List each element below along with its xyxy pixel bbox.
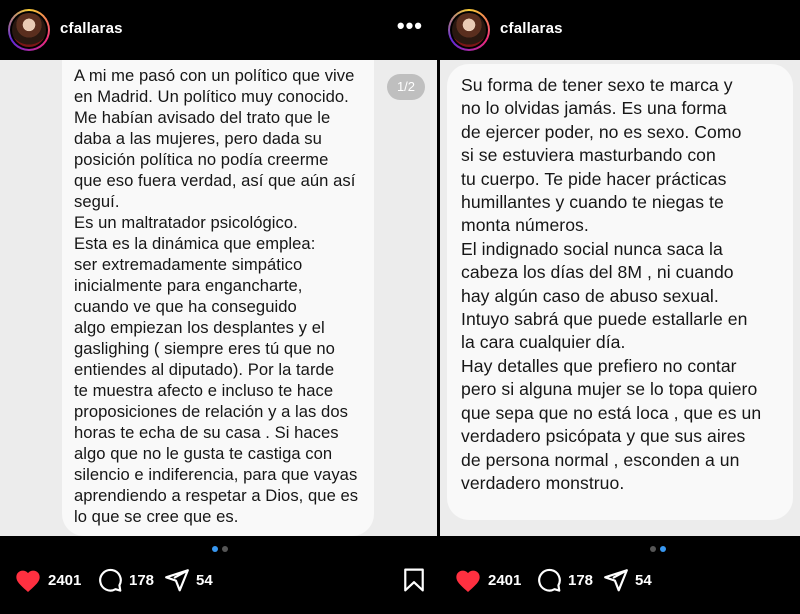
post-header: cfallaras •••	[0, 0, 437, 60]
avatar[interactable]	[448, 9, 490, 51]
carousel-dots	[650, 546, 666, 554]
comment-button[interactable]: 178	[97, 566, 154, 594]
heart-icon	[16, 570, 40, 593]
save-button[interactable]	[403, 568, 425, 597]
post-image[interactable]: A mi me pasó con un político que vive en…	[0, 60, 437, 536]
message-bubble: Su forma de tener sexo te marca y no lo …	[447, 64, 793, 520]
carousel-dot-1	[650, 546, 656, 552]
comment-icon	[99, 568, 122, 592]
share-count: 54	[196, 571, 213, 589]
like-button[interactable]: 2401	[454, 566, 521, 594]
carousel-dot-2	[222, 546, 228, 552]
carousel-dot-2	[660, 546, 666, 552]
share-button[interactable]: 54	[603, 566, 652, 594]
share-button[interactable]: 54	[164, 566, 213, 594]
carousel-dots	[212, 546, 228, 554]
page-indicator: 1/2	[387, 74, 425, 100]
carousel-dot-1	[212, 546, 218, 552]
comment-count: 178	[129, 571, 155, 589]
bookmark-icon	[404, 568, 424, 592]
comment-icon	[538, 568, 561, 592]
profile-photo	[452, 13, 486, 47]
heart-icon	[456, 570, 480, 593]
comment-button[interactable]: 178	[536, 566, 593, 594]
profile-photo	[12, 13, 46, 47]
post-header: cfallaras	[440, 0, 800, 60]
more-icon[interactable]: •••	[397, 15, 423, 37]
like-count: 2401	[488, 571, 522, 589]
share-icon	[165, 569, 189, 592]
left-post: cfallaras ••• A mi me pasó con un políti…	[0, 0, 437, 614]
right-post: cfallaras Su forma de tener sexo te marc…	[440, 0, 800, 614]
username[interactable]: cfallaras	[60, 20, 123, 37]
like-button[interactable]: 2401	[14, 566, 81, 594]
action-bar: 2401 178 54	[0, 566, 437, 594]
share-count: 54	[635, 571, 652, 589]
share-icon	[604, 569, 628, 592]
message-bubble: A mi me pasó con un político que vive en…	[62, 60, 374, 536]
action-bar: 2401 178 54	[440, 566, 800, 594]
username[interactable]: cfallaras	[500, 20, 563, 37]
post-image[interactable]: Su forma de tener sexo te marca y no lo …	[440, 60, 800, 536]
like-count: 2401	[48, 571, 82, 589]
comment-count: 178	[568, 571, 594, 589]
avatar[interactable]	[8, 9, 50, 51]
